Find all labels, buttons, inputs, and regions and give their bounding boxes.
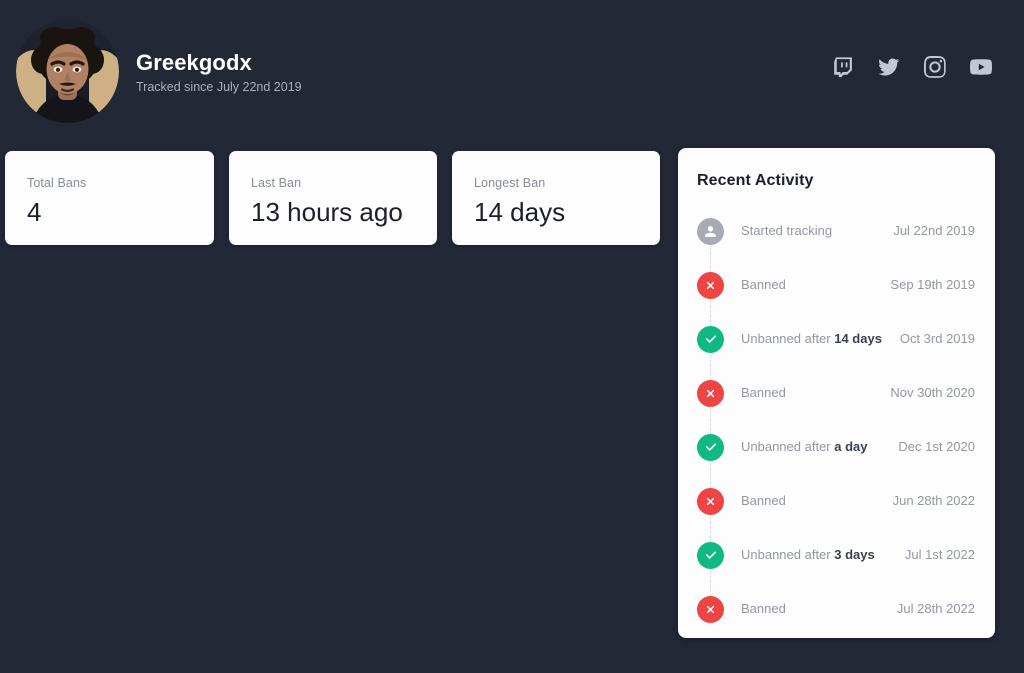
stats-row: Total Bans 4 Last Ban 13 hours ago Longe… [5, 151, 665, 245]
activity-row: Banned Sep 19th 2019 [697, 258, 975, 327]
instagram-icon[interactable] [924, 56, 946, 78]
activity-row-date: Oct 3rd 2019 [899, 331, 975, 346]
stat-value: 13 hours ago [251, 197, 403, 227]
activity-row-date: Nov 30th 2020 [890, 385, 975, 400]
activity-row-text: Unbanned after a day [741, 439, 868, 454]
stat-value: 14 days [474, 197, 566, 227]
profile-page: Greekgodx Tracked since July 22nd 2019 T… [0, 0, 1024, 673]
activity-row: Banned Jun 28th 2022 [697, 474, 975, 543]
stat-label: Last Ban [251, 176, 302, 190]
activity-row: Banned Nov 30th 2020 [697, 366, 975, 435]
social-links [832, 56, 992, 78]
activity-row-text: Banned [741, 601, 786, 616]
activity-duration: 14 days [834, 331, 882, 346]
activity-row: Unbanned after 3 days Jul 1st 2022 [697, 528, 975, 597]
activity-row-text: Unbanned after 14 days [741, 331, 882, 346]
ban-x-icon [697, 595, 724, 623]
recent-activity-title: Recent Activity [697, 172, 814, 189]
unban-check-icon [697, 325, 724, 353]
unban-check-icon [697, 541, 724, 569]
activity-row-text: Banned [741, 277, 786, 292]
avatar [16, 20, 119, 123]
stat-card-longest-ban: Longest Ban 14 days [452, 151, 660, 245]
activity-duration: 3 days [834, 547, 875, 562]
activity-row-date: Sep 19th 2019 [890, 277, 975, 292]
activity-row-text: Unbanned after 3 days [741, 547, 875, 562]
activity-list: Started tracking Jul 22nd 2019 Banned Sep 1… [697, 204, 975, 636]
stat-card-total-bans: Total Bans 4 [5, 151, 214, 245]
activity-row-date: Jul 1st 2022 [904, 547, 975, 562]
stat-label: Total Bans [27, 176, 87, 190]
stat-card-last-ban: Last Ban 13 hours ago [229, 151, 437, 245]
identity-block: Greekgodx Tracked since July 22nd 2019 [136, 50, 302, 96]
ban-x-icon [697, 487, 724, 515]
activity-row-date: Jul 28th 2022 [896, 601, 975, 616]
user-icon [697, 217, 724, 245]
activity-row: Unbanned after 14 days Oct 3rd 2019 [697, 312, 975, 381]
twitch-icon[interactable] [832, 56, 854, 78]
profile-header: Greekgodx Tracked since July 22nd 2019 [0, 0, 1024, 143]
page-title: Greekgodx [136, 50, 252, 75]
activity-row: Banned Jul 28th 2022 [697, 582, 975, 636]
activity-row-text: Banned [741, 385, 786, 400]
ban-x-icon [697, 379, 724, 407]
activity-row: Unbanned after a day Dec 1st 2020 [697, 420, 975, 489]
stat-label: Longest Ban [474, 176, 546, 190]
activity-row-date: Jul 22nd 2019 [893, 223, 975, 238]
activity-row-date: Jun 28th 2022 [892, 493, 975, 508]
twitter-icon[interactable] [878, 56, 900, 78]
activity-row-text: Started tracking [741, 223, 833, 238]
recent-activity-panel: Recent Activity Started tracking Jul 22nd… [678, 148, 995, 638]
activity-duration: a day [834, 439, 868, 454]
ban-x-icon [697, 271, 724, 299]
activity-row-date: Dec 1st 2020 [898, 439, 975, 454]
tracked-since-label: Tracked since July 22nd 2019 [136, 80, 302, 94]
activity-row: Started tracking Jul 22nd 2019 [697, 204, 975, 273]
activity-row-text: Banned [741, 493, 786, 508]
unban-check-icon [697, 433, 724, 461]
youtube-icon[interactable] [970, 56, 992, 78]
stat-value: 4 [27, 197, 42, 227]
